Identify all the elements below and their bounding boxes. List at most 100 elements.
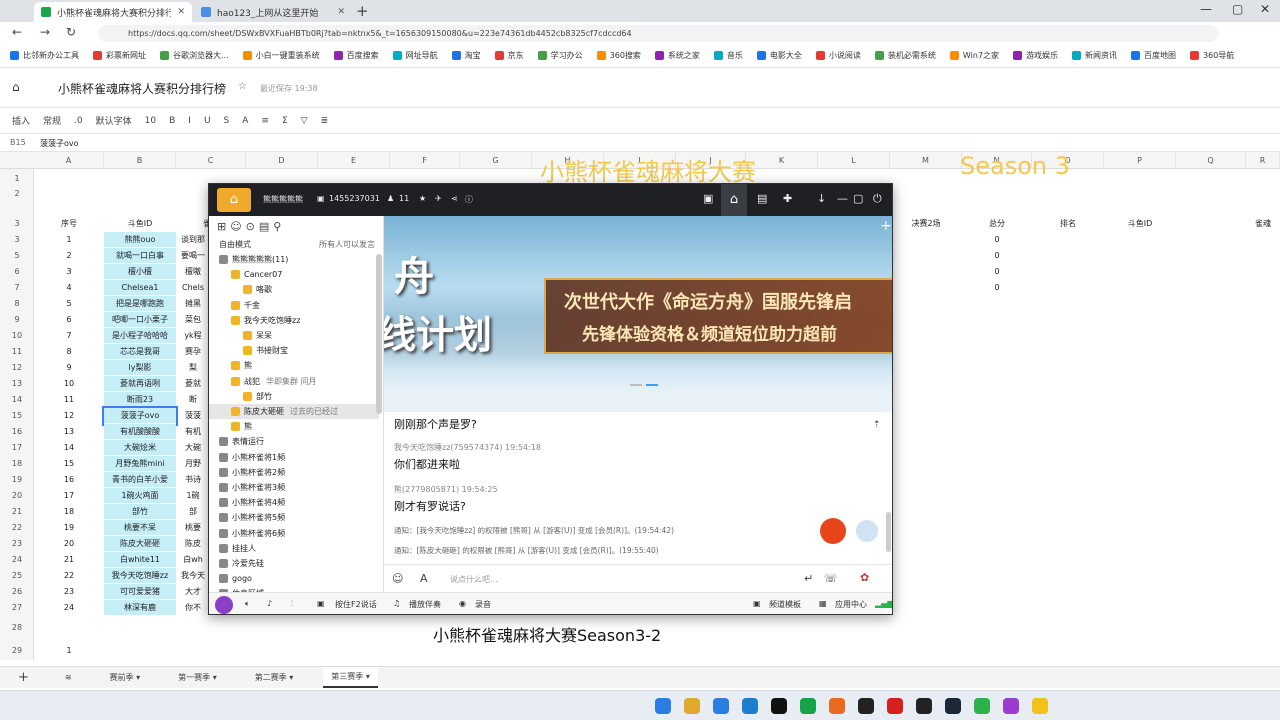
channel-tree-item[interactable]: 部竹: [209, 389, 379, 404]
table-cell[interactable]: 檀小檀: [104, 264, 176, 280]
channel-tree-item[interactable]: 呆呆: [209, 328, 379, 343]
table-cell[interactable]: 4: [34, 280, 104, 296]
video-icon[interactable]: ▣: [703, 192, 713, 205]
table-cell[interactable]: 14: [34, 440, 104, 456]
table-cell[interactable]: 2: [34, 248, 104, 264]
table-cell[interactable]: 林深有鹿: [104, 600, 176, 616]
toolbar-item[interactable]: ≡: [261, 116, 269, 126]
table-cell[interactable]: Chels: [176, 280, 210, 296]
doc-title[interactable]: 小熊杯雀魂麻将人赛积分排行榜: [58, 80, 226, 97]
channel-tree-item[interactable]: 熊: [209, 358, 379, 373]
header-cell[interactable]: 决赛2场: [890, 216, 962, 232]
bookmark-item[interactable]: 彩票新网址: [93, 50, 146, 61]
row-number[interactable]: 11: [0, 344, 34, 360]
table-cell[interactable]: 断: [176, 392, 210, 408]
table-cell[interactable]: 摊黑: [176, 296, 210, 312]
accompany-label[interactable]: 播放伴奏: [409, 599, 441, 610]
column-header[interactable]: M: [890, 152, 962, 169]
carousel-dot[interactable]: [630, 384, 642, 386]
table-cell[interactable]: 0: [962, 248, 1032, 264]
toolbar-item[interactable]: .0: [74, 116, 83, 126]
taskbar-app-icon[interactable]: [684, 698, 700, 714]
table-cell[interactable]: 书诗: [176, 472, 210, 488]
bookmark-item[interactable]: 学习办公: [537, 50, 583, 61]
send-icon[interactable]: ↵: [804, 572, 813, 585]
table-cell[interactable]: 檀嗷: [176, 264, 210, 280]
table-cell[interactable]: 吧唧一口小栗子: [104, 312, 176, 328]
toolbar-item[interactable]: Σ: [282, 116, 288, 126]
column-header[interactable]: P: [1104, 152, 1176, 169]
home-icon[interactable]: ⌂: [721, 184, 747, 216]
bookmark-item[interactable]: 新闻资讯: [1072, 50, 1117, 61]
table-cell[interactable]: 陈皮大砸砸: [104, 536, 176, 552]
taskbar-app-icon[interactable]: [1032, 698, 1048, 714]
table-cell[interactable]: 我今天吃饱睡zz: [104, 568, 176, 584]
table-cell[interactable]: 0: [962, 280, 1032, 296]
toolbar-item[interactable]: U: [204, 116, 211, 126]
carousel-dot-active[interactable]: [646, 384, 658, 386]
table-cell[interactable]: 部竹: [104, 504, 176, 520]
settings-icon[interactable]: [856, 520, 878, 542]
channel-tree-item[interactable]: 熊熊熊熊熊(11): [209, 252, 379, 267]
table-cell[interactable]: 1: [34, 232, 104, 248]
browser-tab[interactable]: hao123_上网从这里开始 ✕: [194, 2, 352, 22]
table-cell[interactable]: 20: [34, 536, 104, 552]
column-header[interactable]: Q: [1176, 152, 1246, 169]
mic-icon[interactable]: ♪: [267, 599, 272, 608]
table-cell[interactable]: 菜包: [176, 312, 210, 328]
bookmark-item[interactable]: 谷歌浏览器大...: [160, 50, 229, 61]
toolbar-item[interactable]: S: [224, 116, 230, 126]
header-cell[interactable]: 斗鱼ID: [1104, 216, 1176, 232]
bookmark-item[interactable]: 百度地图: [1131, 50, 1176, 61]
bookmark-item[interactable]: 电影大全: [756, 50, 802, 61]
row-number[interactable]: 29: [0, 643, 34, 659]
row-number[interactable]: 25: [0, 568, 34, 584]
header-cell[interactable]: 排名: [1032, 216, 1104, 232]
close-icon[interactable]: ✕: [177, 7, 185, 17]
minimize-icon[interactable]: —: [837, 192, 848, 205]
toolbar-item[interactable]: ▽: [301, 116, 308, 126]
gift-icon[interactable]: [820, 518, 846, 544]
record-label[interactable]: 录音: [475, 599, 491, 610]
bookmark-item[interactable]: 360导航: [1190, 50, 1234, 61]
mixer-icon[interactable]: ⫶: [291, 599, 293, 609]
table-cell[interactable]: 菱就: [176, 376, 210, 392]
table-cell[interactable]: 谈到那: [176, 232, 210, 248]
channel-tree-item[interactable]: 熊: [209, 419, 379, 434]
column-header[interactable]: C: [176, 152, 246, 169]
table-cell[interactable]: 18: [34, 504, 104, 520]
row-number[interactable]: 10: [0, 328, 34, 344]
table-cell[interactable]: 桃要不呆: [104, 520, 176, 536]
channel-tree-item[interactable]: 挂挂人: [209, 541, 379, 556]
row-number[interactable]: 2: [0, 186, 34, 202]
channel-tree-item[interactable]: 小熊杯雀将3频: [209, 480, 379, 495]
table-cell[interactable]: 菱就再语咧: [104, 376, 176, 392]
url-input[interactable]: https://docs.qq.com/sheet/DSWxBVXFuaHBTb…: [98, 25, 1218, 42]
home-icon[interactable]: ⌂: [12, 80, 20, 94]
avatar[interactable]: [215, 596, 233, 614]
bookmark-item[interactable]: 360搜索: [596, 50, 641, 61]
table-cell[interactable]: 大碗烩米: [104, 440, 176, 456]
speaker-icon[interactable]: 🔈︎: [245, 599, 250, 609]
column-header[interactable]: L: [818, 152, 890, 169]
table-cell[interactable]: 9: [34, 360, 104, 376]
table-cell[interactable]: 可可爱爱猪: [104, 584, 176, 600]
channel-tree-item[interactable]: 冷爱先硅: [209, 556, 379, 571]
power-icon[interactable]: ⏻: [873, 192, 882, 206]
table-cell[interactable]: 7: [34, 328, 104, 344]
table-cell[interactable]: 6: [34, 312, 104, 328]
channel-tree-item[interactable]: 小熊杯雀将2频: [209, 465, 379, 480]
toolbar-item[interactable]: A: [242, 116, 248, 126]
table-cell[interactable]: 芯芯是我哥: [104, 344, 176, 360]
row-number[interactable]: 20: [0, 488, 34, 504]
table-cell[interactable]: Chelsea1: [104, 280, 176, 296]
table-cell[interactable]: 把是是哪跑跑: [104, 296, 176, 312]
maximize-icon[interactable]: ▢: [1232, 2, 1243, 16]
header-cell[interactable]: 斗鱼ID: [104, 216, 176, 232]
table-cell[interactable]: 赛孕: [176, 344, 210, 360]
channel-tree-item[interactable]: 咯歌: [209, 282, 379, 297]
table-cell[interactable]: 22: [34, 568, 104, 584]
channel-tree-item[interactable]: 千金: [209, 298, 379, 313]
bookmark-item[interactable]: 百度搜索: [333, 50, 379, 61]
taskbar-app-icon[interactable]: [771, 698, 787, 714]
